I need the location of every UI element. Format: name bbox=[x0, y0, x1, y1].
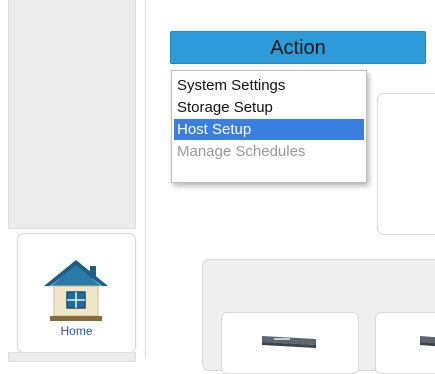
storage-device-icon bbox=[420, 336, 435, 347]
left-sidebar: Home bbox=[0, 0, 145, 362]
home-label: Home bbox=[60, 324, 93, 338]
menu-item-storage-setup[interactable]: Storage Setup bbox=[174, 97, 364, 118]
house-icon bbox=[44, 260, 108, 321]
menu-item-host-setup[interactable]: Host Setup bbox=[174, 119, 364, 140]
action-dropdown-menu: System Settings Storage Setup Host Setup… bbox=[171, 70, 367, 183]
action-button[interactable]: Action bbox=[170, 31, 426, 64]
left-top-panel bbox=[8, 0, 136, 229]
menu-item-manage-schedules: Manage Schedules bbox=[177, 143, 306, 160]
device-card[interactable] bbox=[221, 312, 359, 374]
home-tile[interactable]: Home bbox=[17, 233, 136, 353]
content-card bbox=[377, 93, 435, 235]
device-card[interactable] bbox=[375, 312, 435, 374]
storage-device-icon bbox=[262, 336, 316, 348]
left-bottom-panel bbox=[8, 352, 136, 362]
menu-item-system-settings[interactable]: System Settings bbox=[174, 75, 364, 96]
panel-divider bbox=[145, 0, 146, 356]
